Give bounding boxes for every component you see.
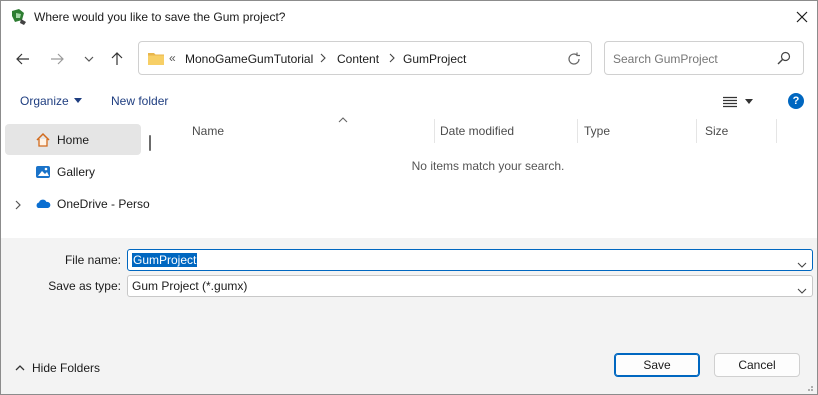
column-header-size[interactable]: Size [705,119,777,143]
save-as-type-select[interactable]: Gum Project (*.gumx) [127,275,813,297]
chevron-down-icon [84,56,94,62]
arrow-up-icon [111,52,123,65]
title-bar: Where would you like to save the Gum pro… [1,1,817,33]
organize-button[interactable]: Organize [20,94,82,108]
hide-folders-label: Hide Folders [32,361,101,375]
arrow-right-icon [51,53,64,65]
save-button[interactable]: Save [614,353,700,377]
sidebar-item-home[interactable]: Home [5,124,141,155]
organize-label: Organize [20,94,69,108]
nav-pane-scrollbar[interactable] [149,135,151,151]
column-header-name[interactable]: Name [192,117,435,143]
new-folder-button[interactable]: New folder [111,94,168,108]
column-label: Name [192,124,225,138]
save-as-type-value: Gum Project (*.gumx) [132,279,248,293]
sidebar-item-onedrive[interactable]: OneDrive - Perso [5,188,150,219]
breadcrumb-monogamegumtutorial[interactable]: MonoGameGumTutorial [185,52,313,66]
column-label: Size [705,124,729,138]
close-button[interactable] [787,1,817,33]
breadcrumb-overflow[interactable]: « [169,51,176,65]
chevron-up-icon [15,365,25,371]
column-label: Type [584,124,611,138]
column-divider[interactable] [434,119,435,143]
caret-down-icon [73,98,82,103]
home-icon [35,132,51,148]
window-title: Where would you like to save the Gum pro… [34,10,286,24]
change-view-button[interactable] [723,91,763,113]
search-icon [777,51,793,67]
refresh-button[interactable] [565,50,583,68]
search-placeholder: Search GumProject [613,52,718,66]
breadcrumb-gumproject[interactable]: GumProject [403,52,466,66]
empty-state-message: No items match your search. [411,159,565,173]
back-button[interactable] [11,47,35,71]
help-button[interactable]: ? [788,93,804,109]
chevron-down-icon[interactable] [797,257,807,271]
save-dialog: Where would you like to save the Gum pro… [0,0,818,395]
forward-button[interactable] [45,47,69,71]
file-name-field[interactable]: GumProject [127,249,813,271]
sidebar-item-label: Gallery [57,165,96,179]
onedrive-icon [35,196,51,212]
gum-app-icon [10,8,28,26]
arrow-left-icon [16,53,29,65]
save-as-type-label: Save as type: [48,279,121,293]
column-header-date-modified[interactable]: Date modified [440,119,578,143]
recent-locations-button[interactable] [77,47,101,71]
breadcrumb-separator-icon[interactable] [389,52,395,66]
list-view-icon [723,96,737,108]
file-name-label: File name: [64,253,121,267]
address-bar[interactable]: « MonoGameGumTutorial Content GumProject [138,41,592,75]
caret-down-icon [745,99,753,104]
cancel-button[interactable]: Cancel [714,353,800,377]
navigation-pane: Home Gallery OneDrive - Perso [1,119,159,238]
sidebar-item-label: Home [57,133,90,147]
column-divider[interactable] [776,119,777,143]
breadcrumb-content[interactable]: Content [337,52,379,66]
up-button[interactable] [105,47,129,71]
resize-grip-icon[interactable] [804,381,814,391]
chevron-down-icon[interactable] [797,283,807,297]
file-name-value: GumProject [132,253,198,267]
save-form: File name: GumProject Save as type: Gum … [1,238,817,394]
help-icon: ? [792,95,800,107]
sidebar-item-label: OneDrive - Perso [57,197,150,211]
column-label: Date modified [440,124,515,138]
breadcrumb-separator-icon[interactable] [320,52,326,66]
sort-ascending-icon [338,115,348,126]
expand-chevron-icon[interactable] [15,199,21,213]
column-header-type[interactable]: Type [584,119,696,143]
folder-icon [148,51,164,65]
refresh-icon [568,52,580,65]
gallery-icon [35,164,51,180]
command-bar: Organize New folder ? [1,87,817,117]
navigation-bar: « MonoGameGumTutorial Content GumProject… [1,41,817,77]
column-divider[interactable] [577,119,578,143]
file-list: Name Date modified Type Size No items ma… [159,117,817,238]
search-box[interactable]: Search GumProject [604,41,804,75]
hide-folders-button[interactable]: Hide Folders [15,361,100,375]
sidebar-item-gallery[interactable]: Gallery [5,156,141,187]
close-icon [796,11,808,23]
column-divider[interactable] [696,119,697,143]
